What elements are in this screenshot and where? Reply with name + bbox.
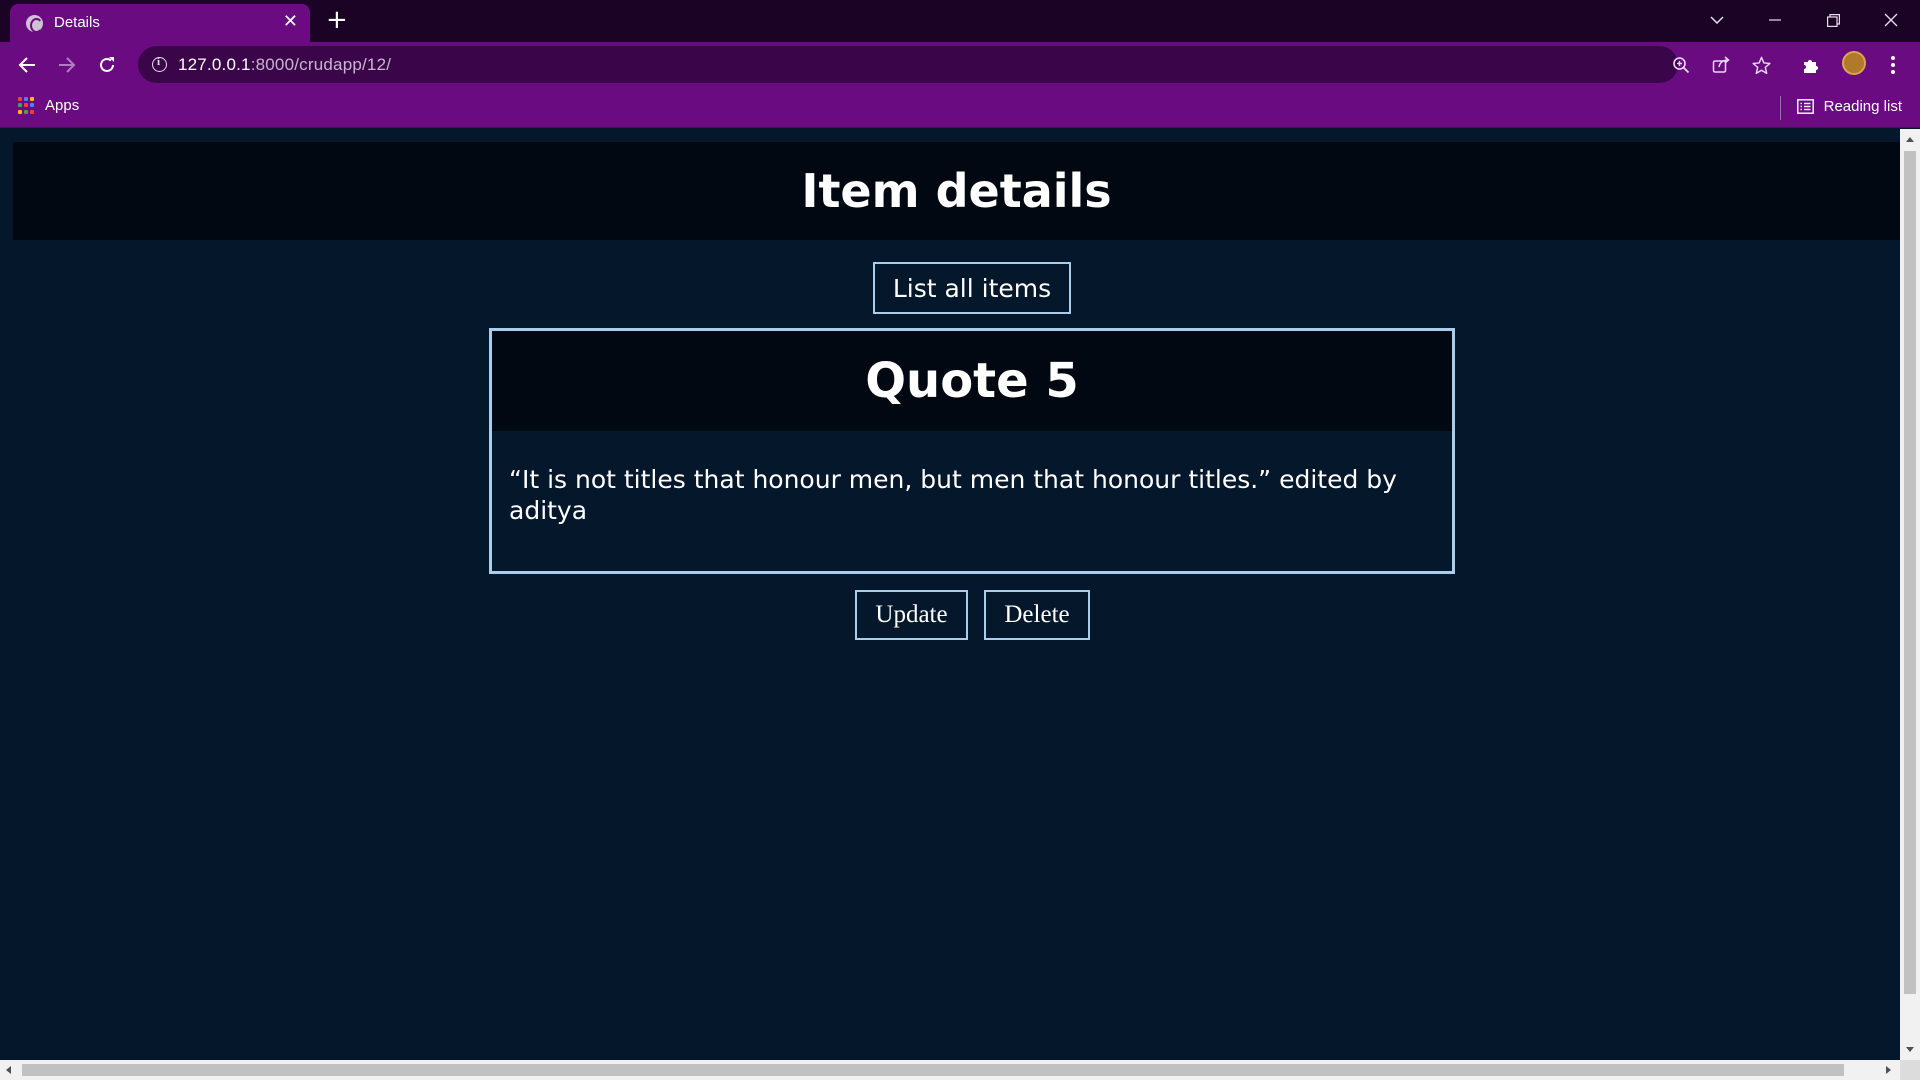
menu-kebab-icon[interactable] [1878, 50, 1908, 80]
share-icon[interactable] [1710, 54, 1732, 76]
browser-tab[interactable]: Details ✕ [10, 4, 310, 42]
window-controls [1688, 0, 1920, 40]
apps-shortcut[interactable]: Apps [18, 97, 79, 114]
tab-search-icon[interactable] [1688, 0, 1746, 40]
url-path: :8000/crudapp/12/ [250, 55, 392, 74]
url-host: 127.0.0.1 [178, 55, 251, 74]
update-button[interactable]: Update [855, 590, 968, 640]
new-tab-button[interactable]: + [326, 6, 348, 34]
item-card: Quote 5 “It is not titles that honour me… [489, 328, 1455, 574]
item-title: Quote 5 [865, 353, 1079, 409]
bookmark-star-icon[interactable] [1750, 54, 1772, 76]
url-text: 127.0.0.1:8000/crudapp/12/ [178, 55, 391, 75]
minimize-icon[interactable] [1746, 0, 1804, 40]
tab-strip: Details ✕ + [0, 0, 1920, 42]
address-bar[interactable]: 127.0.0.1:8000/crudapp/12/ [138, 46, 1771, 83]
scroll-left-icon[interactable] [6, 1066, 11, 1074]
tab-title: Details [54, 14, 100, 31]
globe-icon [26, 15, 43, 33]
tab-close-icon[interactable]: ✕ [283, 12, 298, 32]
zoom-icon[interactable] [1670, 54, 1692, 76]
item-body: “It is not titles that honour men, but m… [509, 465, 1397, 525]
profile-avatar[interactable] [1842, 51, 1866, 75]
page-viewport: Item details List all items Quote 5 “It … [0, 129, 1900, 1060]
restore-icon[interactable] [1804, 0, 1862, 40]
item-card-header: Quote 5 [492, 331, 1452, 431]
apps-label: Apps [45, 97, 80, 114]
list-all-items-button[interactable]: List all items [873, 262, 1071, 314]
bookmarks-divider [1780, 96, 1781, 120]
reading-list-icon [1796, 99, 1814, 114]
horizontal-scroll-thumb[interactable] [22, 1064, 1844, 1076]
bookmarks-bar: Apps Reading list [0, 88, 1920, 128]
reading-list-label: Reading list [1823, 98, 1902, 115]
horizontal-scrollbar[interactable] [0, 1060, 1900, 1080]
vertical-scroll-thumb[interactable] [1904, 151, 1916, 994]
reload-icon[interactable] [92, 50, 122, 80]
browser-toolbar: 127.0.0.1:8000/crudapp/12/ [0, 42, 1920, 88]
forward-icon[interactable] [52, 50, 82, 80]
scroll-right-icon[interactable] [1886, 1066, 1891, 1074]
page-header: Item details [13, 142, 1900, 240]
page-title: Item details [801, 164, 1112, 218]
delete-button[interactable]: Delete [984, 590, 1090, 640]
site-info-icon[interactable] [152, 56, 167, 72]
apps-grid-icon [18, 97, 35, 114]
close-window-icon[interactable] [1862, 0, 1920, 40]
back-icon[interactable] [12, 50, 42, 80]
scroll-down-icon[interactable] [1906, 1047, 1914, 1052]
extensions-icon[interactable] [1796, 50, 1826, 80]
scrollbar-corner [1900, 1060, 1920, 1080]
reading-list-button[interactable]: Reading list [1796, 98, 1902, 115]
scroll-up-icon[interactable] [1906, 137, 1914, 142]
vertical-scrollbar[interactable] [1900, 129, 1920, 1060]
